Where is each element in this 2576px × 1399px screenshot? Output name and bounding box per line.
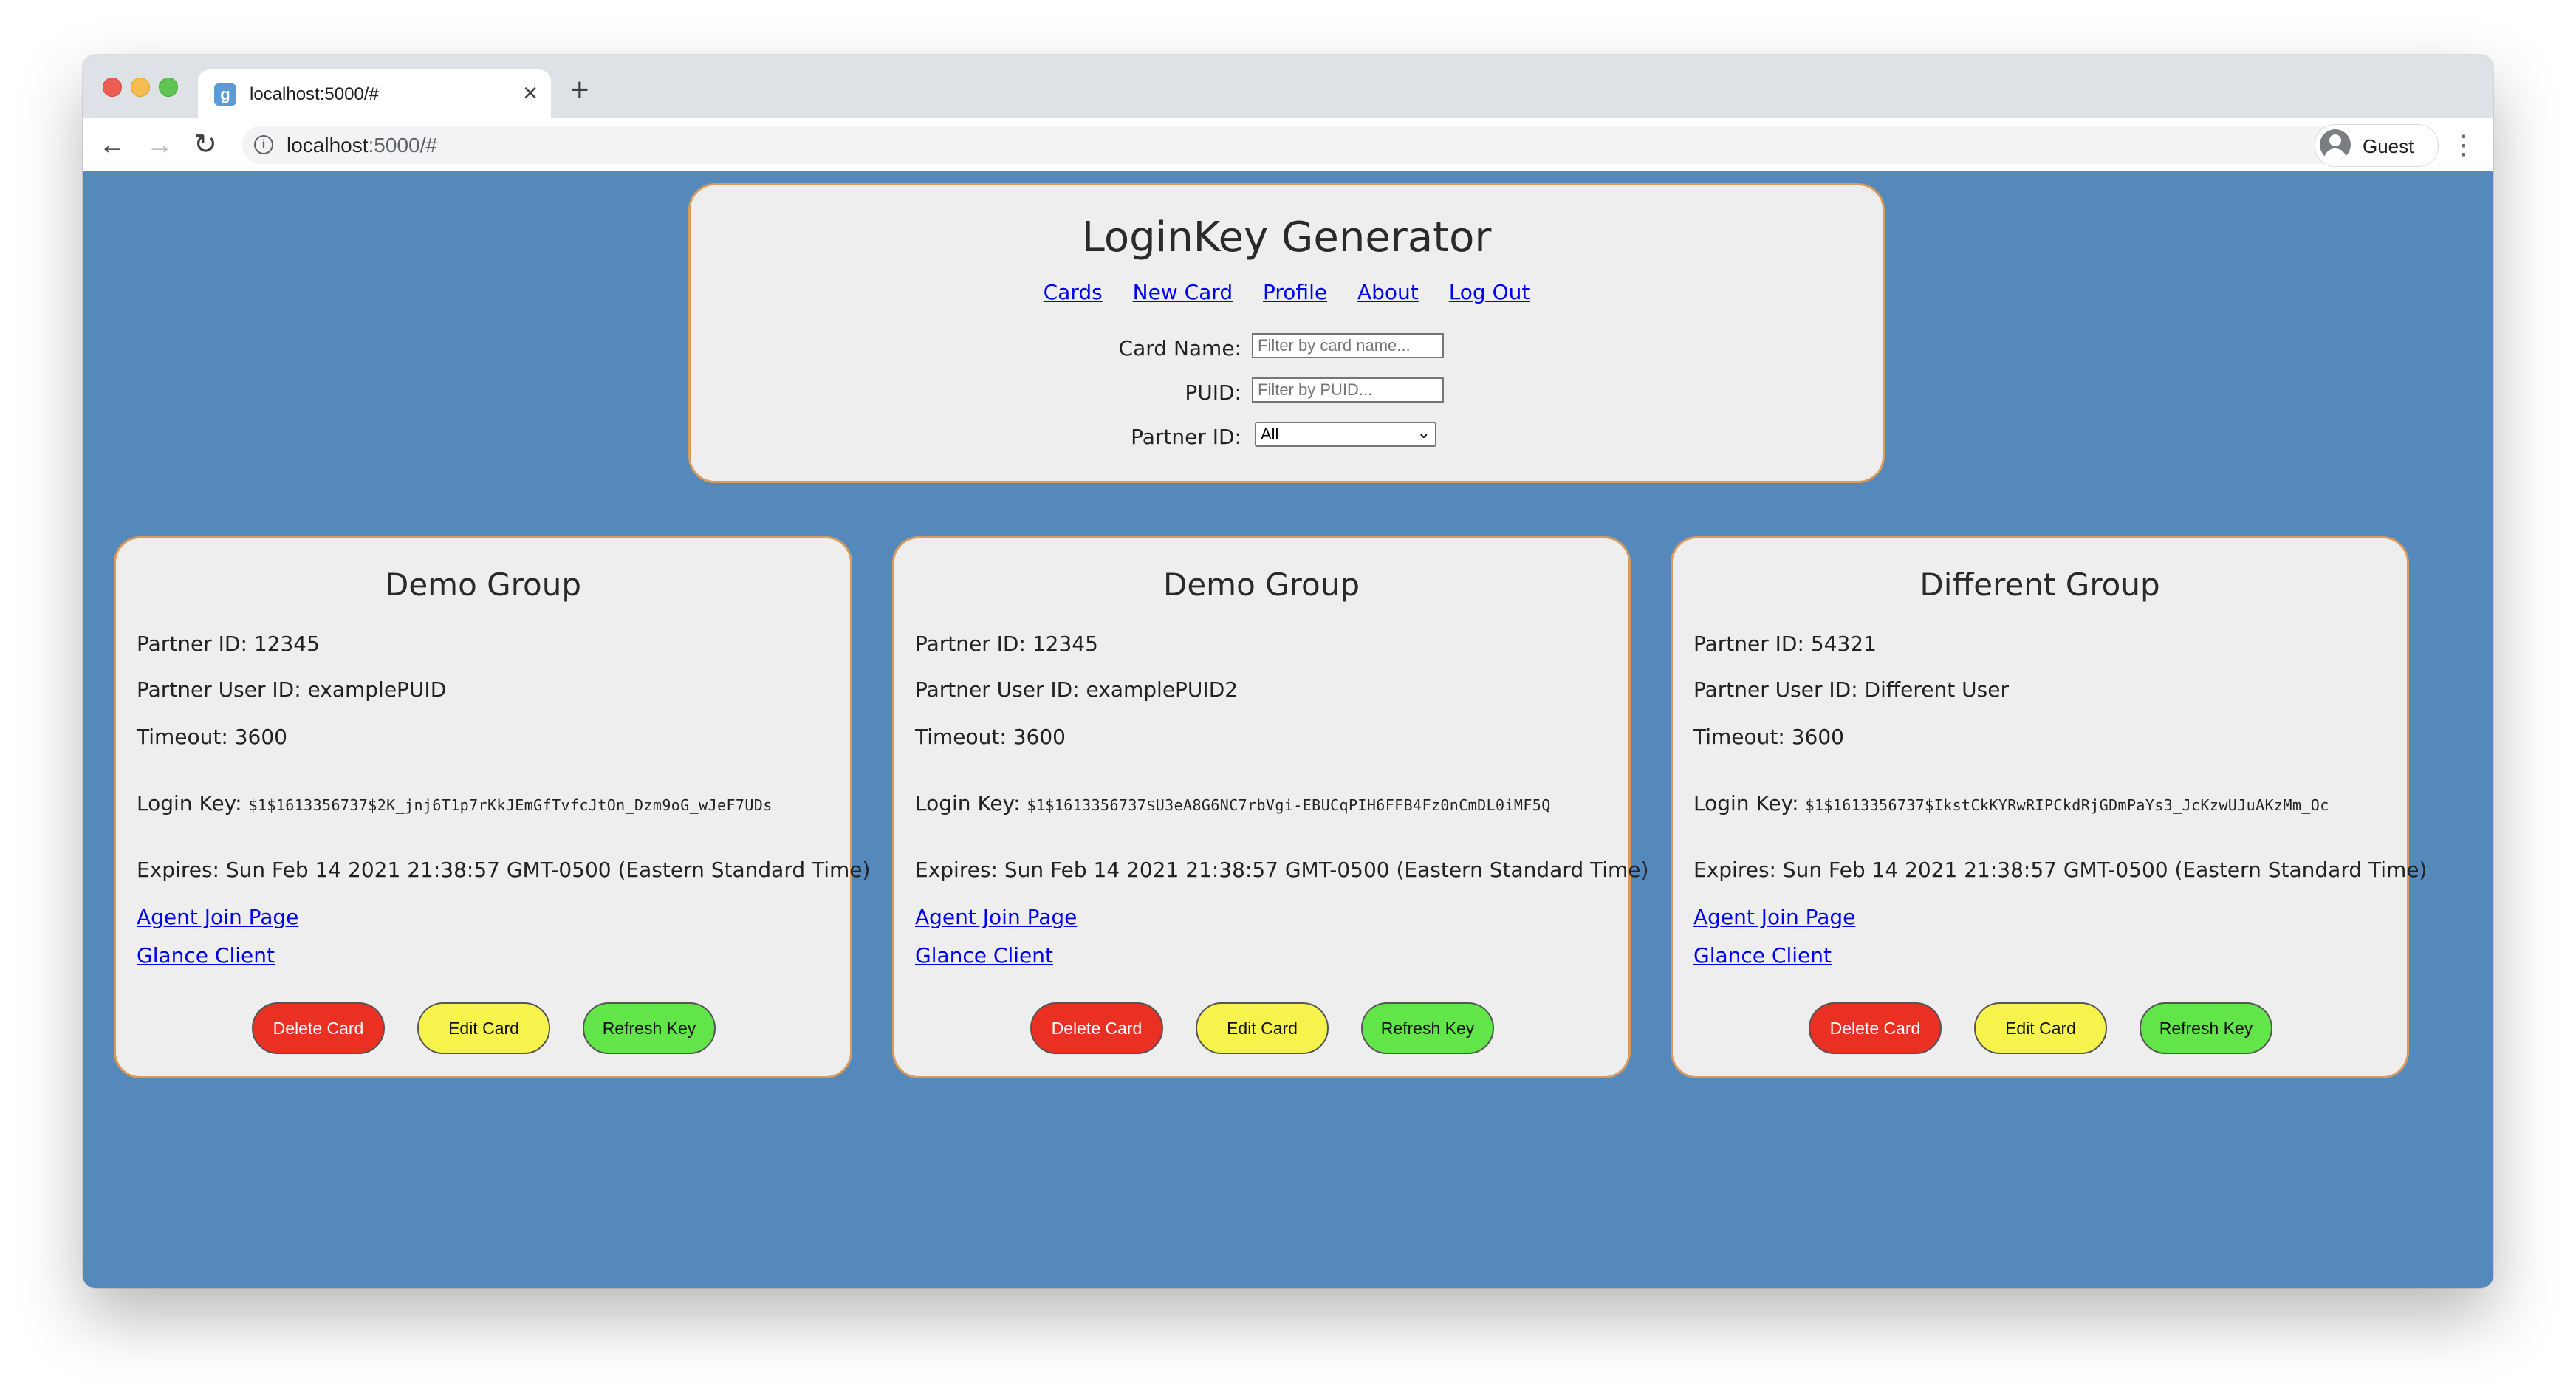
refresh-key-button[interactable]: Refresh Key (1361, 1002, 1494, 1054)
card-partner-id: Partner ID: 12345 (915, 632, 1098, 656)
agent-join-page-link[interactable]: Agent Join Page (1693, 905, 1855, 929)
card-title: Different Group (1919, 567, 2160, 603)
browser-toolbar: ← → ↻ i localhost:5000/# ⚲ Guest ⋮ (83, 118, 2493, 172)
refresh-key-button[interactable]: Refresh Key (2140, 1002, 2272, 1054)
card-partner-user-id: Partner User ID: examplePUID2 (915, 677, 1239, 702)
delete-card-button[interactable]: Delete Card (1809, 1002, 1942, 1054)
puid-filter-row: PUID: Filter by PUID... (691, 376, 1883, 406)
card-login-key-value: $1$1613356737$2K_jnj6T1p7rKkJEmGfTvfcJtO… (248, 796, 773, 814)
card-partner-id: Partner ID: 12345 (137, 632, 320, 656)
partner-id-label: Partner ID: (1131, 425, 1241, 449)
card-login-key-row: Login Key: $1$1613356737$U3eA8G6NC7rbVgi… (915, 791, 1551, 815)
menu-dots-icon[interactable]: ⋮ (2450, 129, 2477, 161)
agent-join-page-link[interactable]: Agent Join Page (137, 905, 298, 929)
card-login-key-row: Login Key: $1$1613356737$IkstCkKYRwRIPCk… (1693, 791, 2329, 815)
close-window-button[interactable] (103, 78, 122, 97)
agent-join-page-link[interactable]: Agent Join Page (915, 905, 1077, 929)
card-login-key-label: Login Key: (1693, 791, 1799, 815)
tab-strip: g localhost:5000/# × + (83, 55, 2493, 118)
delete-card-button[interactable]: Delete Card (1030, 1002, 1163, 1054)
partner-id-select[interactable]: All ⌄ (1255, 422, 1436, 447)
favicon-icon: g (214, 83, 236, 106)
card-name-filter-row: Card Name: Filter by card name... (691, 332, 1883, 361)
tab-title: localhost:5000/# (250, 84, 379, 104)
puid-label: PUID: (1185, 380, 1241, 405)
nav-log-out-link[interactable]: Log Out (1449, 280, 1530, 304)
page-title: LoginKey Generator (1081, 213, 1492, 261)
back-arrow-icon[interactable]: ← (99, 129, 126, 161)
card-login-key-label: Login Key: (137, 791, 242, 815)
nav-cards-link[interactable]: Cards (1044, 280, 1103, 304)
delete-card-button[interactable]: Delete Card (252, 1002, 385, 1054)
glance-client-link[interactable]: Glance Client (137, 943, 275, 968)
refresh-key-button[interactable]: Refresh Key (583, 1002, 716, 1054)
edit-card-button[interactable]: Edit Card (417, 1002, 550, 1054)
card-title: Demo Group (1162, 567, 1360, 603)
card-demo-group-2: Demo Group Partner ID: 12345 Partner Use… (892, 536, 1648, 1078)
new-tab-icon[interactable]: + (570, 74, 589, 106)
card-expires: Expires: Sun Feb 14 2021 21:38:57 GMT-05… (1693, 858, 2428, 882)
partner-id-selected-value: All (1261, 425, 1279, 443)
partner-id-filter-row: Partner ID: All ⌄ (691, 420, 1883, 450)
glance-client-link[interactable]: Glance Client (1693, 943, 1832, 968)
card-login-key-value: $1$1613356737$IkstCkKYRwRIPCkdRjGDmPaYs3… (1805, 796, 2329, 814)
card-login-key-label: Login Key: (915, 791, 1021, 815)
card-timeout: Timeout: 3600 (915, 725, 1066, 749)
profile-name: Guest (2363, 135, 2414, 157)
card-partner-id: Partner ID: 54321 (1693, 632, 1877, 656)
card-partner-user-id: Partner User ID: examplePUID (137, 677, 447, 702)
card-name-filter-input[interactable]: Filter by card name... (1252, 333, 1444, 358)
card-login-key-value: $1$1613356737$U3eA8G6NC7rbVgi-EBUCqPIH6F… (1027, 796, 1551, 814)
maximize-window-button[interactable] (159, 78, 178, 97)
card-partner-user-id: Partner User ID: Different User (1693, 677, 2009, 702)
nav-profile-link[interactable]: Profile (1263, 280, 1327, 304)
reload-icon[interactable]: ↻ (193, 129, 217, 161)
edit-card-button[interactable]: Edit Card (1974, 1002, 2107, 1054)
card-expires: Expires: Sun Feb 14 2021 21:38:57 GMT-05… (137, 858, 871, 882)
minimize-window-button[interactable] (131, 78, 150, 97)
card-name-label: Card Name: (1118, 336, 1241, 360)
address-bar[interactable]: i localhost:5000/# ⚲ (242, 126, 2384, 164)
card-timeout: Timeout: 3600 (1693, 725, 1844, 749)
card-timeout: Timeout: 3600 (137, 725, 287, 749)
nav-about-link[interactable]: About (1357, 280, 1419, 304)
card-expires: Expires: Sun Feb 14 2021 21:38:57 GMT-05… (915, 858, 1649, 882)
card-login-key-row: Login Key: $1$1613356737$2K_jnj6T1p7rKkJ… (137, 791, 773, 815)
card-title: Demo Group (384, 567, 581, 603)
browser-tab[interactable]: g localhost:5000/# × (198, 69, 551, 118)
avatar-icon (2320, 129, 2351, 160)
glance-client-link[interactable]: Glance Client (915, 943, 1053, 968)
forward-arrow-icon[interactable]: → (146, 129, 173, 161)
page-content: LoginKey Generator Cards New Card Profil… (83, 171, 2493, 1288)
url-text[interactable]: localhost:5000/# (287, 134, 437, 157)
nav-new-card-link[interactable]: New Card (1133, 280, 1233, 304)
puid-filter-input[interactable]: Filter by PUID... (1252, 377, 1444, 403)
close-tab-icon[interactable]: × (523, 78, 538, 108)
main-nav: Cards New Card Profile About Log Out (691, 280, 1883, 304)
info-icon[interactable]: i (254, 135, 273, 154)
edit-card-button[interactable]: Edit Card (1196, 1002, 1329, 1054)
card-different-group: Different Group Partner ID: 54321 Partne… (1671, 536, 2427, 1078)
header-panel: LoginKey Generator Cards New Card Profil… (688, 183, 1885, 483)
chevron-down-icon: ⌄ (1417, 423, 1431, 442)
browser-window: g localhost:5000/# × + ← → ↻ i localhost… (83, 55, 2493, 1288)
card-demo-group-1: Demo Group Partner ID: 12345 Partner Use… (114, 536, 870, 1078)
profile-button[interactable]: Guest (2315, 124, 2439, 167)
